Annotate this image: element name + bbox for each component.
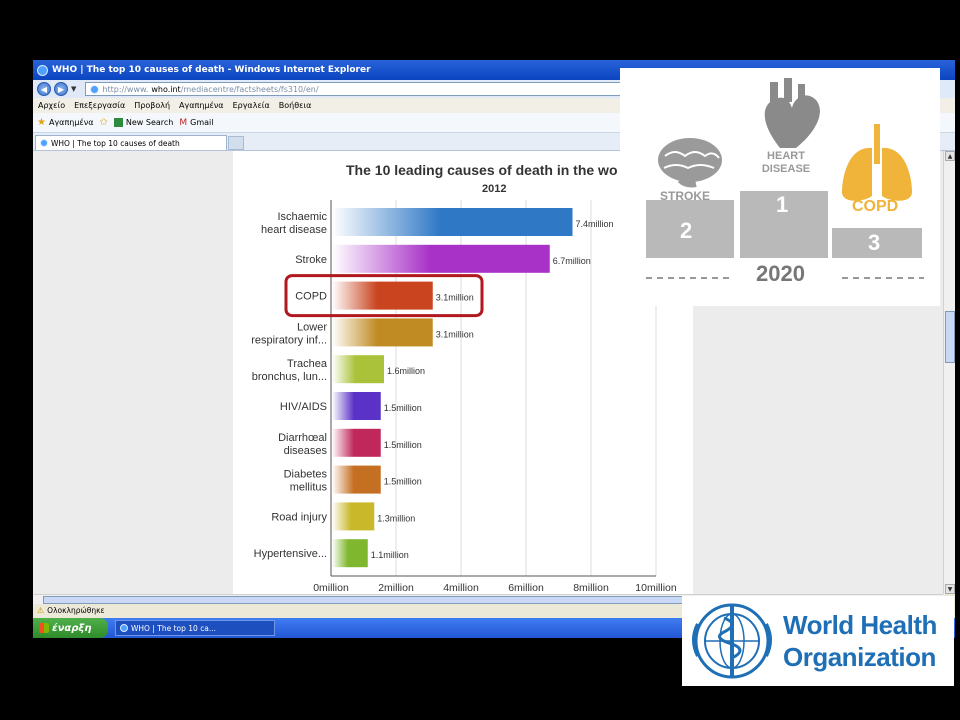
category-label: Road injury [271, 511, 327, 523]
brain-icon [658, 138, 722, 188]
menu-tools[interactable]: Εργαλεία [233, 101, 270, 110]
taskbar-ie-icon [120, 624, 128, 632]
bar-value-label: 1.5million [384, 403, 422, 413]
start-label: έναρξη [52, 622, 92, 634]
gmail-icon: M [179, 117, 188, 128]
stroke-label: STROKE [660, 189, 711, 203]
rank-3: 3 [868, 230, 881, 255]
category-label: Ischaemic heart disease [261, 211, 328, 236]
star-icon: ★ [37, 117, 46, 128]
x-tick-label: 8million [573, 582, 609, 594]
heart-icon [764, 78, 820, 148]
rank-1: 1 [776, 192, 789, 217]
category-label: Lower respiratory inf... [251, 321, 327, 346]
url-host: who.int [151, 84, 181, 94]
bar [332, 428, 381, 457]
menu-favorites[interactable]: Αγαπημένα [179, 101, 224, 110]
chart-subtitle: 2012 [482, 183, 507, 195]
category-label: Trachea bronchus, lun... [252, 358, 328, 383]
scroll-down-icon[interactable]: ▼ [945, 584, 955, 594]
bar-value-label: 3.1million [436, 329, 474, 339]
heart-disease-label: HEART DISEASE [761, 150, 811, 175]
new-tab-button[interactable] [228, 136, 244, 150]
new-search-label: New Search [125, 118, 174, 127]
favorites-button[interactable]: ★ Αγαπημένα [37, 117, 94, 128]
category-label: Hypertensive... [254, 548, 327, 560]
windows-logo-icon [39, 623, 49, 633]
who-emblem-icon [692, 603, 772, 679]
url-path: /mediacentre/factsheets/fs310/en/ [180, 84, 319, 94]
start-button[interactable]: έναρξη [33, 618, 108, 638]
bar-value-label: 3.1million [436, 293, 474, 303]
gmail-label: Gmail [190, 118, 214, 127]
url-field[interactable]: http://www. who.int/mediacentre/factsheet… [85, 82, 646, 96]
forward-icon[interactable]: ▶ [54, 82, 68, 96]
bar [332, 539, 368, 568]
bar [332, 355, 384, 384]
new-search-link[interactable]: New Search [113, 118, 174, 127]
menu-view[interactable]: Προβολή [134, 101, 170, 110]
menu-edit[interactable]: Επεξεργασία [74, 101, 125, 110]
window-title: WHO | The top 10 causes of death - Windo… [52, 65, 371, 75]
bar-value-label: 1.1million [371, 550, 409, 560]
lungs-icon [842, 124, 912, 201]
bar [332, 208, 573, 236]
category-label: HIV/AIDS [280, 401, 327, 413]
bar-value-label: 1.3million [377, 513, 415, 523]
bar-value-label: 7.4million [576, 219, 614, 229]
url-prefix: http://www. [102, 84, 149, 94]
x-tick-label: 2million [378, 582, 414, 594]
podium-overlay: STROKE HEART DISEASE COPD 2 1 3 2020 [620, 68, 940, 306]
who-name-line1: World Health [783, 610, 937, 640]
menu-file[interactable]: Αρχείο [38, 101, 65, 110]
x-tick-label: 0million [313, 582, 349, 594]
tab-who[interactable]: WHO | The top 10 causes of death [35, 135, 227, 150]
gmail-link[interactable]: M Gmail [179, 118, 213, 128]
menu-help[interactable]: Βοήθεια [279, 101, 312, 110]
status-icon: ⚠ [37, 606, 45, 615]
chart-title: The 10 leading causes of death in the wo [346, 162, 618, 178]
who-logo: World Health Organization [682, 596, 954, 686]
tab-label: WHO | The top 10 causes of death [51, 138, 180, 148]
ie-icon [37, 64, 48, 76]
category-label: Stroke [295, 254, 327, 266]
vertical-scroll-thumb[interactable] [945, 311, 955, 363]
bar-value-label: 1.5million [384, 440, 422, 450]
who-name-line2: Organization [783, 642, 936, 672]
bar [332, 465, 381, 494]
bar-value-label: 1.5million [384, 477, 422, 487]
x-tick-label: 4million [443, 582, 479, 594]
scroll-up-icon[interactable]: ▲ [945, 151, 955, 161]
taskbar-item-who[interactable]: WHO | The top 10 ca... [115, 620, 275, 636]
page-icon [90, 84, 100, 94]
bar-value-label: 6.7million [553, 256, 591, 266]
taskbar-item-label: WHO | The top 10 ca... [131, 623, 217, 633]
x-tick-label: 10million [635, 582, 677, 594]
year-2020: 2020 [756, 261, 805, 286]
rank-2: 2 [680, 218, 693, 243]
status-text: Ολοκληρώθηκε [47, 606, 105, 615]
bar [332, 502, 375, 531]
x-tick-label: 6million [508, 582, 544, 594]
tab-page-icon [40, 139, 48, 147]
category-label: Diabetes mellitus [284, 469, 328, 494]
bar [332, 318, 433, 347]
category-label: Diarrhœal diseases [278, 432, 327, 457]
favorites-label: Αγαπημένα [48, 118, 94, 127]
search-icon [113, 118, 123, 127]
page-left-margin [33, 151, 233, 594]
back-icon[interactable]: ◀ [37, 82, 51, 96]
bar-value-label: 1.6million [387, 366, 425, 376]
copd-label: COPD [852, 198, 899, 215]
category-label: COPD [295, 291, 327, 303]
vertical-scrollbar[interactable]: ▲ ▼ [943, 151, 955, 594]
bar [332, 244, 550, 273]
bar [332, 392, 381, 420]
dropdown-arrow-icon[interactable]: ▼ [71, 85, 76, 93]
add-favorite-icon[interactable]: ✩ [100, 117, 108, 128]
bar [332, 281, 433, 310]
